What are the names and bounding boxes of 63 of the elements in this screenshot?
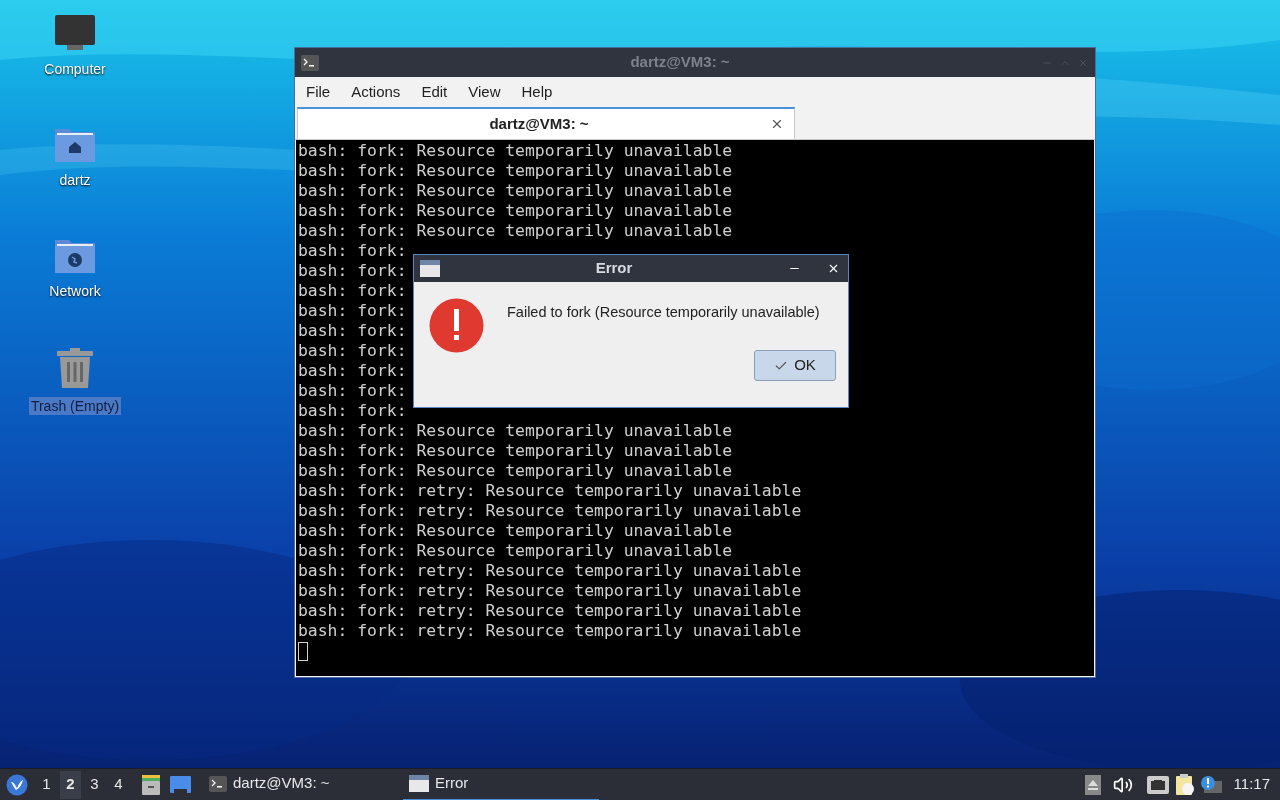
terminal-line: bash: fork:	[298, 301, 407, 321]
window-icon	[420, 260, 440, 277]
desktop-icon-label[interactable]: Network	[47, 282, 103, 300]
terminal-line: bash: fork: retry: Resource temporarily unavailable	[298, 621, 802, 641]
terminal-line: bash: fork: retry: Resource temporarily unavailable	[298, 481, 802, 501]
terminal-line: bash: fork:	[298, 401, 407, 421]
terminal-line: bash: fork: retry: Resource temporarily unavailable	[298, 581, 802, 601]
close-icon[interactable]	[827, 262, 840, 275]
trash-icon	[56, 347, 94, 389]
workspace-button[interactable]: 3	[84, 770, 105, 799]
desktop-icon-label[interactable]: dartz	[57, 171, 93, 189]
monitor-icon	[54, 14, 96, 52]
notification-icon[interactable]	[1199, 774, 1222, 795]
workspace-button[interactable]: 2	[60, 770, 81, 799]
terminal-line: bash: fork:	[298, 281, 407, 301]
workspace-button[interactable]: 1	[36, 770, 57, 799]
taskbar-task[interactable]: Error	[403, 768, 599, 800]
window-title: dartz@VM3: ~	[629, 52, 731, 73]
terminal-line: bash: fork: retry: Resource temporarily unavailable	[298, 561, 802, 581]
terminal-line: bash: fork: Resource temporarily unavailable	[298, 541, 733, 561]
terminal-line: bash: fork: Resource temporarily unavailable	[298, 161, 733, 181]
terminal-line: bash: fork: Resource temporarily unavailable	[298, 421, 733, 441]
terminal-line: bash: fork: Resource temporarily unavailable	[298, 221, 733, 241]
ok-button[interactable]: OK	[754, 350, 836, 381]
error-message: Failed to fork (Resource temporarily unavailable)	[507, 303, 820, 322]
terminal-line: bash: fork:	[298, 261, 407, 281]
terminal-line: bash: fork: Resource temporarily unavailable	[298, 201, 733, 221]
network-port-icon[interactable]	[1146, 775, 1169, 794]
taskbar-task[interactable]: dartz@VM3: ~	[203, 768, 395, 800]
terminal-icon	[209, 775, 227, 792]
volume-icon[interactable]	[1112, 774, 1133, 795]
terminal-line: bash: fork:	[298, 381, 407, 401]
terminal-line: bash: fork:	[298, 321, 407, 341]
window-icon	[409, 775, 429, 792]
terminal-line: bash: fork: Resource temporarily unavailable	[298, 181, 733, 201]
eject-icon[interactable]	[1084, 774, 1101, 795]
desktop-icon-label[interactable]: Trash (Empty)	[28, 397, 122, 415]
terminal-line: bash: fork: retry: Resource temporarily unavailable	[298, 601, 802, 621]
menu-item[interactable]: Edit	[420, 80, 449, 104]
desktop-icon[interactable]	[170, 776, 191, 793]
clipboard-icon[interactable]	[1174, 773, 1195, 796]
clock[interactable]: 11:17	[1233, 773, 1270, 796]
menu-item[interactable]: Help	[520, 80, 554, 104]
terminal-line: bash: fork: Resource temporarily unavailable	[298, 141, 733, 161]
terminal-line: bash: fork:	[298, 341, 407, 361]
terminal-line: bash: fork:	[298, 241, 407, 261]
menu-item[interactable]: View	[467, 80, 502, 104]
dialog-title: Error	[594, 258, 634, 279]
text-cursor	[298, 642, 308, 661]
error-icon	[429, 298, 484, 353]
terminal-icon	[301, 54, 319, 71]
terminal-line: bash: fork:	[298, 361, 407, 381]
file-cabinet-icon[interactable]	[141, 774, 161, 795]
menu-item[interactable]: File	[305, 80, 332, 104]
terminal-tab[interactable]: dartz@VM3: ~	[297, 107, 795, 139]
terminal-line: bash: fork: retry: Resource temporarily unavailable	[298, 501, 802, 521]
menu-item[interactable]: Actions	[350, 80, 402, 104]
terminal-line: bash: fork: Resource temporarily unavailable	[298, 461, 733, 481]
terminal-line: bash: fork: Resource temporarily unavailable	[298, 441, 733, 461]
workspace-button[interactable]: 4	[108, 770, 129, 799]
close-tab-icon[interactable]	[770, 117, 784, 131]
start-menu-icon[interactable]	[6, 773, 28, 796]
terminal-line: bash: fork: Resource temporarily unavailable	[298, 521, 733, 541]
